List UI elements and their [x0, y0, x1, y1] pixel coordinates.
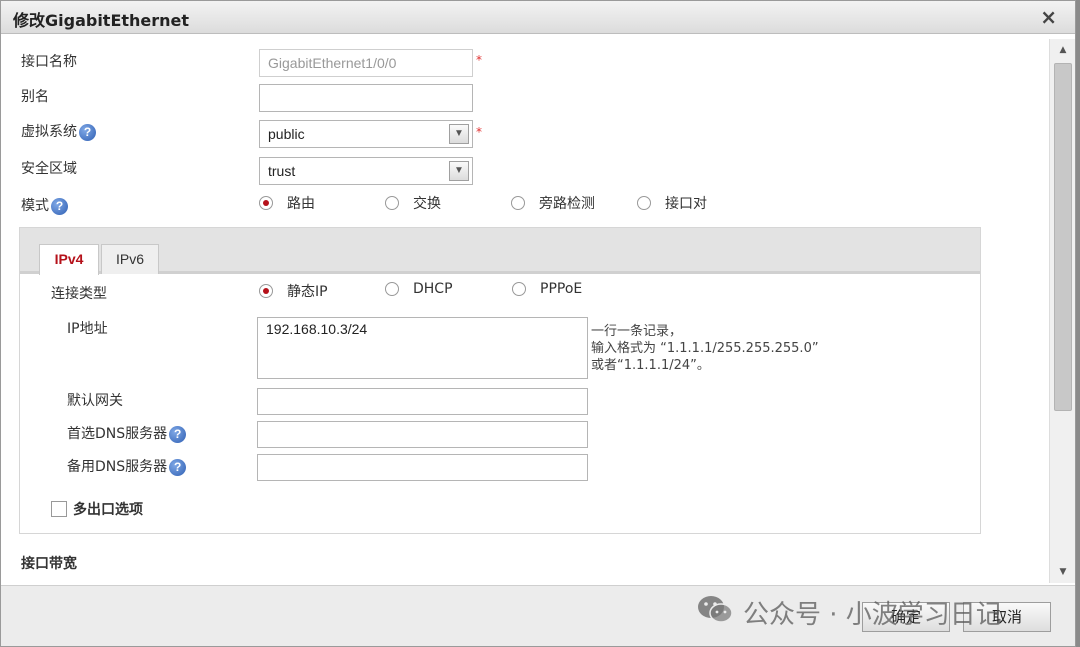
zone-select-value: trust: [268, 163, 296, 179]
vsys-label-text: 虚拟系统: [21, 124, 77, 140]
dns1-label-text: 首选DNS服务器: [67, 426, 168, 442]
multi-exit-label: 多出口选项: [73, 502, 143, 518]
gateway-label: 默认网关: [67, 393, 123, 409]
mode-option-label: 路由: [287, 196, 315, 212]
mode-option-label: 交换: [413, 196, 441, 212]
multi-exit-checkbox[interactable]: [51, 501, 67, 517]
mode-option-label: 接口对: [665, 196, 707, 212]
dns2-label: 备用DNS服务器?: [67, 456, 187, 476]
chevron-down-icon[interactable]: ▼: [449, 161, 469, 181]
conn-radio-pppoe[interactable]: PPPoE: [512, 281, 582, 297]
mode-radio-route[interactable]: 路由: [259, 193, 315, 213]
help-icon[interactable]: ?: [51, 197, 68, 215]
watermark: 公众号 · 小波学习日记: [697, 594, 1002, 631]
scroll-up-icon[interactable]: ▲: [1050, 39, 1075, 61]
mode-radio-pair[interactable]: 接口对: [637, 193, 707, 213]
hint-line: 或者“1.1.1.1/24”。: [591, 358, 710, 373]
dns2-label-text: 备用DNS服务器: [67, 459, 168, 475]
radio-checked[interactable]: [259, 196, 273, 210]
dns1-label: 首选DNS服务器?: [67, 423, 187, 443]
hint-line: 输入格式为 “1.1.1.1/255.255.255.0”: [591, 341, 819, 356]
radio-unchecked[interactable]: [385, 196, 399, 210]
vsys-label: 虚拟系统?: [21, 121, 96, 141]
required-mark: *: [476, 125, 482, 139]
bandwidth-section-title: 接口带宽: [21, 556, 77, 572]
mode-label-text: 模式: [21, 198, 49, 214]
ip-address-textarea[interactable]: 192.168.10.3/24: [257, 317, 588, 379]
chevron-down-icon[interactable]: ▼: [449, 124, 469, 144]
mode-radio-bypass[interactable]: 旁路检测: [511, 193, 595, 213]
help-icon[interactable]: ?: [169, 425, 187, 443]
scrollbar[interactable]: ▲ ▼: [1049, 39, 1075, 583]
radio-unchecked[interactable]: [637, 196, 651, 210]
dns1-input[interactable]: [257, 421, 588, 448]
watermark-text: 公众号 · 小波学习日记: [743, 600, 1002, 630]
alias-input[interactable]: [259, 84, 473, 112]
tabstrip: IPv4 IPv6: [20, 228, 980, 275]
conn-radio-static[interactable]: 静态IP: [259, 281, 328, 301]
dns2-input[interactable]: [257, 454, 588, 481]
scroll-down-icon[interactable]: ▼: [1050, 561, 1075, 583]
edit-interface-dialog: 修改GigabitEthernet × 接口名称 * 别名 虚拟系统? publ…: [0, 0, 1076, 647]
tab-ipv4[interactable]: IPv4: [39, 244, 99, 275]
scroll-thumb[interactable]: [1054, 63, 1072, 411]
dialog-titlebar: 修改GigabitEthernet ×: [1, 1, 1075, 34]
ip-format-hint: 一行一条记录， 输入格式为 “1.1.1.1/255.255.255.0” 或者…: [591, 323, 819, 374]
conn-option-label: PPPoE: [540, 281, 583, 297]
wechat-icon: [697, 594, 733, 631]
radio-checked[interactable]: [259, 284, 273, 298]
radio-unchecked[interactable]: [512, 282, 526, 296]
dialog-content: 接口名称 * 别名 虚拟系统? public ▼ * 安全区域 trust ▼ …: [1, 35, 1049, 585]
conn-option-label: DHCP: [413, 281, 453, 297]
radio-unchecked[interactable]: [511, 196, 525, 210]
alias-label: 别名: [21, 89, 49, 105]
dialog-title: 修改GigabitEthernet: [13, 11, 190, 30]
hint-line: 一行一条记录，: [591, 324, 683, 339]
ip-config-panel: IPv4 IPv6: [19, 227, 981, 534]
help-icon[interactable]: ?: [169, 458, 187, 476]
vsys-select-value: public: [268, 126, 305, 142]
radio-unchecked[interactable]: [385, 282, 399, 296]
ip-address-label: IP地址: [67, 321, 108, 337]
conn-option-label: 静态IP: [287, 284, 328, 300]
vsys-select[interactable]: public ▼: [259, 120, 473, 148]
dialog-footer: 确定 取消 公众号 · 小波学习日记: [1, 585, 1075, 646]
zone-label: 安全区域: [21, 161, 77, 177]
required-mark: *: [476, 53, 482, 67]
close-icon[interactable]: ×: [1040, 5, 1057, 29]
interface-name-input: [259, 49, 473, 77]
mode-radio-switch[interactable]: 交换: [385, 193, 441, 213]
zone-select[interactable]: trust ▼: [259, 157, 473, 185]
conn-radio-dhcp[interactable]: DHCP: [385, 281, 453, 297]
conn-type-label: 连接类型: [51, 286, 107, 302]
help-icon[interactable]: ?: [79, 123, 96, 141]
tab-ipv6[interactable]: IPv6: [101, 244, 159, 274]
interface-name-label: 接口名称: [21, 54, 77, 70]
gateway-input[interactable]: [257, 388, 588, 415]
mode-option-label: 旁路检测: [539, 196, 595, 212]
mode-label: 模式?: [21, 195, 68, 215]
